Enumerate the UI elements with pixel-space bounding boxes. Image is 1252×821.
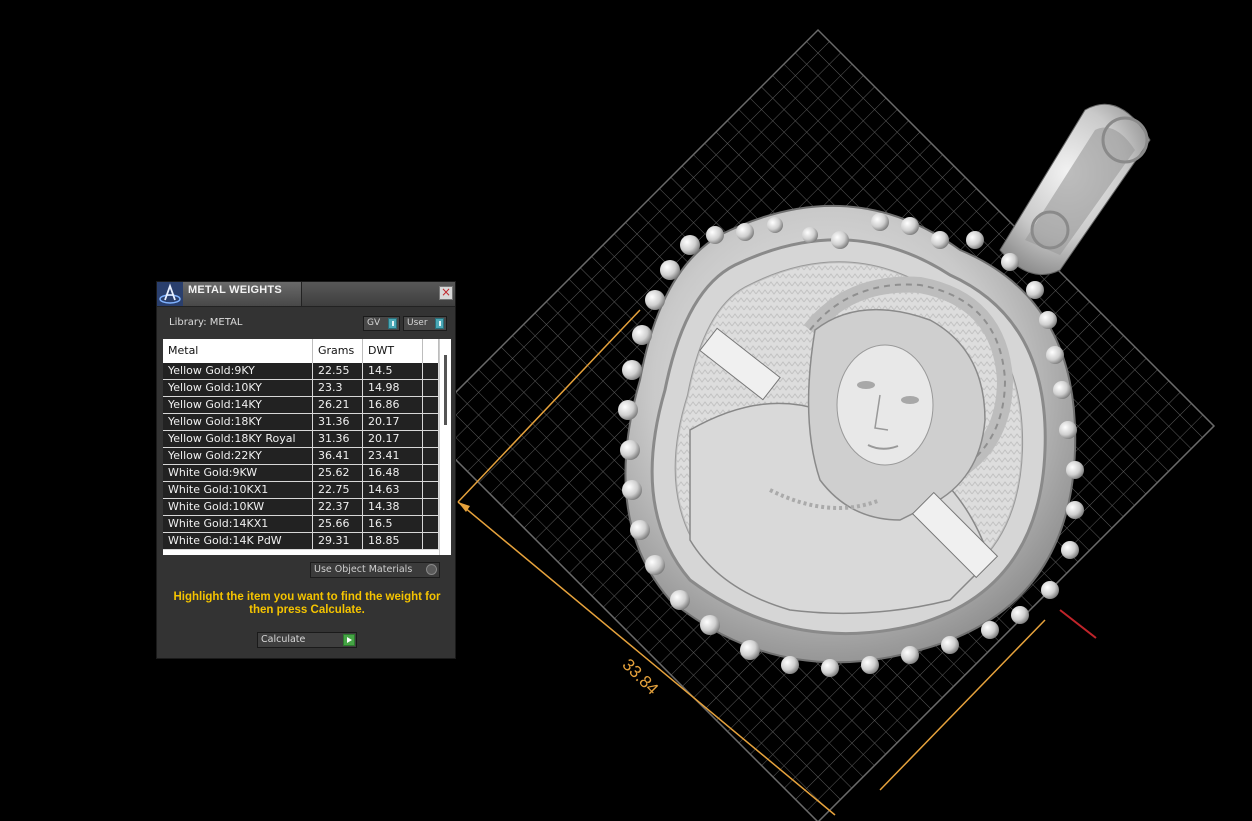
cell-dwt: 14.63 [363,482,423,498]
cell-extra [423,363,439,379]
table-row[interactable]: White Gold:10KX1 22.75 14.63 [163,482,439,499]
scrollbar-thumb[interactable] [444,355,447,425]
cell-metal: White Gold:9KW [163,465,313,481]
cell-metal: Yellow Gold:14KY [163,397,313,413]
panel-title: METAL WEIGHTS [188,284,282,296]
radio-icon[interactable] [426,564,437,575]
table-row[interactable]: Yellow Gold:14KY 26.21 16.86 [163,397,439,414]
toggle-switch-icon [435,318,444,329]
cell-extra [423,465,439,481]
cell-grams: 22.55 [313,363,363,379]
table-row[interactable]: White Gold:10KW 22.37 14.38 [163,499,439,516]
column-header-grams[interactable]: Grams [313,339,363,363]
table-row[interactable]: Yellow Gold:10KY 23.3 14.98 [163,380,439,397]
table-scrollbar[interactable] [439,339,451,555]
table-row[interactable]: White Gold:14K PdW 29.31 18.85 [163,533,439,550]
cell-dwt: 16.86 [363,397,423,413]
x-axis-marker [1059,609,1097,639]
calculate-button[interactable]: Calculate [257,632,357,648]
cell-extra [423,414,439,430]
instruction-text: Highlight the item you want to find the … [173,591,441,616]
cell-extra [423,397,439,413]
app-logo-icon [157,282,183,306]
table-row[interactable]: Yellow Gold:9KY 22.55 14.5 [163,363,439,380]
table-row[interactable]: White Gold:14KX1 25.66 16.5 [163,516,439,533]
cell-grams: 29.31 [313,533,363,549]
column-header-extra [423,339,439,363]
cell-dwt: 16.48 [363,465,423,481]
use-object-materials-option[interactable]: Use Object Materials [310,562,440,578]
cell-dwt: 16.5 [363,516,423,532]
metal-table: Metal Grams DWT Yellow Gold:9KY 22.55 14.5… [163,339,451,555]
table-row[interactable]: Yellow Gold:18KY 31.36 20.17 [163,414,439,431]
cell-dwt: 18.85 [363,533,423,549]
cell-metal: White Gold:14K PdW [163,533,313,549]
table-row[interactable]: Yellow Gold:18KY Royal 31.36 20.17 [163,431,439,448]
calculate-label: Calculate [261,634,306,645]
cell-extra [423,448,439,464]
table-row[interactable]: Yellow Gold:22KY 36.41 23.41 [163,448,439,465]
cell-dwt: 20.17 [363,431,423,447]
gv-toggle[interactable]: GV [363,316,400,331]
table-header: Metal Grams DWT [163,339,439,363]
pendant-bail [999,103,1151,275]
library-label: Library: METAL [169,317,243,328]
cell-grams: 26.21 [313,397,363,413]
user-toggle[interactable]: User [403,316,447,331]
cell-grams: 22.37 [313,499,363,515]
cell-grams: 23.3 [313,380,363,396]
cell-metal: White Gold:14KX1 [163,516,313,532]
cell-extra [423,431,439,447]
cell-extra [423,516,439,532]
panel-titlebar[interactable]: METAL WEIGHTS × [157,282,455,307]
cell-grams: 36.41 [313,448,363,464]
use-object-materials-label: Use Object Materials [314,564,413,575]
cell-dwt: 14.98 [363,380,423,396]
user-toggle-label: User [407,318,428,328]
metal-weights-panel: METAL WEIGHTS × Library: METAL GV User M… [156,281,456,659]
cell-metal: Yellow Gold:9KY [163,363,313,379]
cell-grams: 31.36 [313,414,363,430]
cell-metal: White Gold:10KX1 [163,482,313,498]
cell-extra [423,380,439,396]
cell-dwt: 20.17 [363,414,423,430]
cell-extra [423,533,439,549]
cell-metal: Yellow Gold:10KY [163,380,313,396]
play-arrow-icon [343,634,355,646]
cell-grams: 25.62 [313,465,363,481]
cell-grams: 31.36 [313,431,363,447]
cell-metal: Yellow Gold:22KY [163,448,313,464]
cell-extra [423,499,439,515]
toggle-switch-icon [388,318,397,329]
cell-dwt: 23.41 [363,448,423,464]
cell-dwt: 14.5 [363,363,423,379]
close-button[interactable]: × [439,286,453,300]
table-body: Yellow Gold:9KY 22.55 14.5 Yellow Gold:10KY… [163,363,439,550]
column-header-dwt[interactable]: DWT [363,339,423,363]
cell-grams: 25.66 [313,516,363,532]
cell-extra [423,482,439,498]
column-header-metal[interactable]: Metal [163,339,313,363]
gv-toggle-label: GV [367,318,381,328]
cell-grams: 22.75 [313,482,363,498]
cell-metal: White Gold:10KW [163,499,313,515]
table-row[interactable]: White Gold:9KW 25.62 16.48 [163,465,439,482]
cell-metal: Yellow Gold:18KY [163,414,313,430]
cell-dwt: 14.38 [363,499,423,515]
cell-metal: Yellow Gold:18KY Royal [163,431,313,447]
